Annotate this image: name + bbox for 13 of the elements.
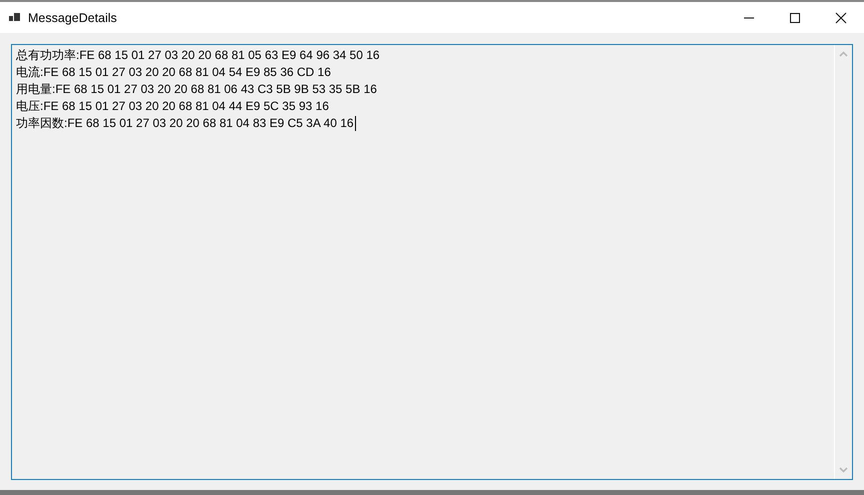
text-area[interactable] — [11, 44, 853, 480]
scroll-down-icon[interactable] — [839, 467, 848, 473]
window-title: MessageDetails — [28, 10, 117, 24]
text-caret — [354, 116, 356, 131]
text-line: 电压:FE 68 15 01 27 03 20 20 68 81 04 44 E9 5C 35 93 16 — [16, 98, 329, 115]
maximize-icon[interactable] — [789, 12, 801, 24]
text-line: 总有功功率:FE 68 15 01 27 03 20 20 68 81 05 63 E9 64 96 34 50 16 — [16, 47, 380, 64]
text-line: 用电量:FE 68 15 01 27 03 20 20 68 81 06 43 C3 5B 9B 53 35 5B 16 — [16, 81, 377, 98]
close-icon[interactable] — [835, 12, 847, 24]
text-line: 功率因数:FE 68 15 01 27 03 20 20 68 81 04 83 E9 C5 3A 40 16 — [16, 115, 354, 132]
text-line: 电流:FE 68 15 01 27 03 20 20 68 81 04 54 E9 85 36 CD 16 — [16, 64, 331, 81]
scroll-up-icon[interactable] — [839, 51, 848, 57]
app-icon — [9, 12, 21, 24]
